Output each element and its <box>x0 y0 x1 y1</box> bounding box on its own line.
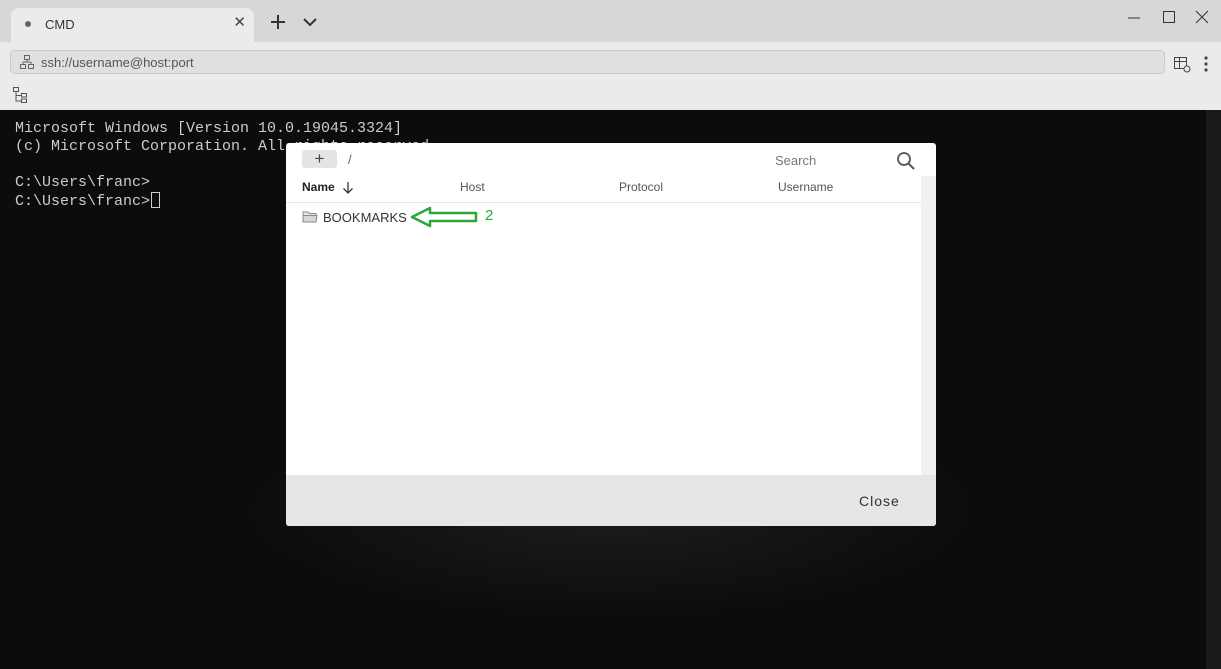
toolbar: ssh://username@host:port <box>0 42 1221 110</box>
bookmarks-dialog: + / Name Host Protocol Username BOOKMARK… <box>286 143 936 526</box>
add-bookmark-button[interactable]: + <box>302 150 337 168</box>
terminal-prompt-line: C:\Users\franc> <box>15 192 161 210</box>
annotation-number: 2 <box>485 207 494 224</box>
header-divider <box>286 202 921 203</box>
terminal-scrollbar[interactable] <box>1206 110 1221 669</box>
more-menu-icon[interactable] <box>1200 55 1212 73</box>
current-path: / <box>348 152 352 167</box>
column-header-host[interactable]: Host <box>460 180 485 194</box>
terminal-cursor <box>151 192 161 208</box>
search-icon[interactable] <box>896 151 916 171</box>
address-bar[interactable]: ssh://username@host:port <box>10 50 1165 74</box>
title-bar: CMD ✕ <box>0 0 1221 42</box>
tab-title: CMD <box>45 17 75 32</box>
column-header-protocol[interactable]: Protocol <box>619 180 663 194</box>
address-placeholder: ssh://username@host:port <box>41 55 194 70</box>
plus-icon[interactable] <box>268 12 288 32</box>
close-icon[interactable] <box>1195 10 1209 24</box>
sort-descending-icon[interactable] <box>342 181 354 195</box>
tab-status-dot <box>25 21 31 27</box>
column-header-name[interactable]: Name <box>302 180 335 194</box>
annotation-arrow-icon <box>410 206 478 228</box>
dialog-scrollbar[interactable] <box>921 176 936 475</box>
chevron-down-icon[interactable] <box>302 15 318 29</box>
dialog-footer: Close <box>286 475 936 526</box>
tab-cmd[interactable]: CMD ✕ <box>11 8 254 42</box>
tab-close-icon[interactable]: ✕ <box>233 14 246 32</box>
layout-settings-icon[interactable] <box>1173 55 1191 73</box>
search-input[interactable] <box>773 149 887 171</box>
folder-icon <box>302 211 318 223</box>
network-icon <box>20 55 34 69</box>
column-header-username[interactable]: Username <box>778 180 833 194</box>
close-button[interactable]: Close <box>859 493 900 509</box>
minimize-icon[interactable] <box>1127 12 1141 24</box>
row-name: BOOKMARKS <box>323 210 407 225</box>
maximize-icon[interactable] <box>1162 10 1176 24</box>
terminal-line: Microsoft Windows [Version 10.0.19045.33… <box>15 120 403 137</box>
table-row[interactable]: BOOKMARKS <box>286 205 921 229</box>
terminal-prompt: C:\Users\franc> <box>15 193 151 210</box>
terminal-line: C:\Users\franc> <box>15 174 151 191</box>
tree-view-icon[interactable] <box>12 86 30 104</box>
